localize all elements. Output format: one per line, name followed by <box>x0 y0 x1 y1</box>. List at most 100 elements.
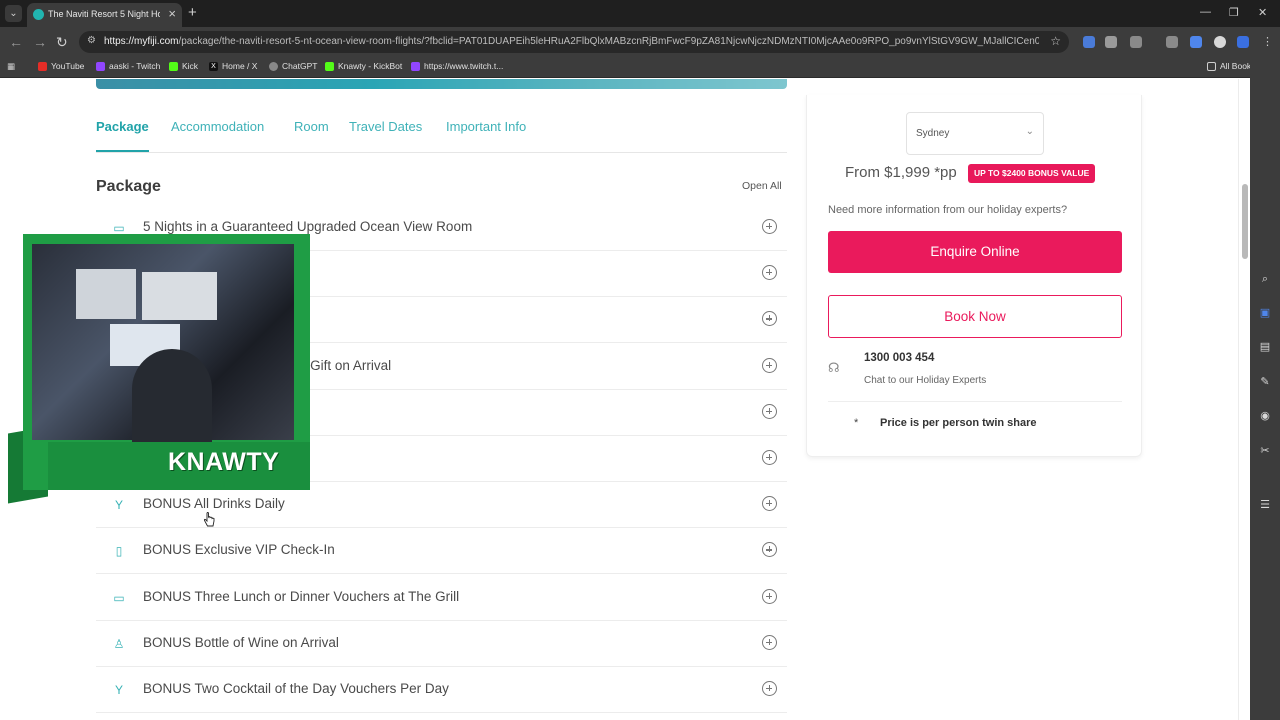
bookmark-kickbot[interactable]: Knawty - KickBot <box>325 61 402 71</box>
sidebar-toggle-icon[interactable] <box>1190 36 1202 48</box>
site-favicon-icon <box>33 9 44 20</box>
url-text: https://myfiji.com/package/the-naviti-re… <box>104 36 1039 47</box>
url-field[interactable]: ⚙ https://myfiji.com/package/the-naviti-… <box>79 31 1069 53</box>
tab-search-button[interactable]: ⌄ <box>5 5 22 22</box>
expand-plus-icon[interactable] <box>762 357 777 373</box>
minimize-icon[interactable]: — <box>1200 6 1211 18</box>
browser-menu-icon[interactable]: ⋮ <box>1262 36 1274 48</box>
divider <box>828 401 1122 402</box>
tab-close-icon[interactable]: × <box>168 6 176 21</box>
departure-city-select[interactable]: Sydney ⌄ <box>906 112 1044 155</box>
back-icon[interactable]: ← <box>9 34 23 50</box>
package-item-label: BONUS Three Lunch or Dinner Vouchers at … <box>143 588 460 604</box>
package-item-label: BONUS Two Cocktail of the Day Vouchers P… <box>143 681 449 696</box>
expand-plus-icon[interactable] <box>762 450 777 465</box>
save-icon[interactable]: ▤ <box>1258 340 1272 354</box>
reload-icon[interactable]: ↻ <box>56 34 68 51</box>
price-note: Price is per person twin share <box>880 417 1037 429</box>
vip-icon: ▯ <box>115 544 123 559</box>
maximize-icon[interactable]: ❐ <box>1229 6 1239 19</box>
expand-plus-icon[interactable] <box>762 403 777 419</box>
expand-plus-icon[interactable] <box>762 588 777 604</box>
package-item-row[interactable]: Y BONUS Two Cocktail of the Day Vouchers … <box>96 667 787 713</box>
close-window-icon[interactable]: ✕ <box>1258 6 1267 19</box>
webcam-feed <box>32 244 294 449</box>
package-item-label: BONUS Bottle of Wine on Arrival <box>143 634 339 650</box>
info-question: Need more information from our holiday e… <box>828 204 1068 216</box>
package-item-label: BONUS Exclusive VIP Check-In <box>143 542 335 558</box>
chevron-down-icon: ⌄ <box>1025 126 1034 137</box>
webcam-monitor <box>142 272 217 320</box>
settings-sliders-icon[interactable]: ☰ <box>1258 498 1272 512</box>
bookmark-twitch-aaski[interactable]: aaski - Twitch <box>96 61 160 71</box>
site-info-icon[interactable]: ⚙ <box>87 35 96 46</box>
webcam-overlay: KNAWTY <box>8 234 310 504</box>
headset-icon: ☊ <box>828 360 840 375</box>
package-item-row[interactable]: ♙ BONUS Bottle of Wine on Arrival <box>96 621 787 667</box>
price-from: From $1,999 *pp <box>845 164 957 181</box>
book-now-button[interactable]: Book Now <box>828 295 1122 338</box>
hand-cursor-icon <box>203 512 215 527</box>
profile-avatar-icon[interactable] <box>1214 36 1226 48</box>
bonus-value-badge: UP TO $2400 BONUS VALUE <box>968 164 1096 183</box>
bookmarks-bar: ▦ YouTube aaski - Twitch Kick X Home / X … <box>0 57 1280 78</box>
search-icon[interactable]: ⌕ <box>1258 272 1272 286</box>
gamepad-icon[interactable]: ◉ <box>1258 409 1272 423</box>
asterisk: * <box>854 417 859 429</box>
bookmark-kick[interactable]: Kick <box>169 61 198 71</box>
scrollbar-thumb[interactable] <box>1242 184 1248 259</box>
address-bar-row: ← → ↻ ⚙ https://myfiji.com/package/the-n… <box>0 27 1280 57</box>
browser-tab-bar: ⌄ The Naviti Resort 5 Night Holid × + — … <box>0 0 1280 27</box>
bookmark-chatgpt[interactable]: ChatGPT <box>269 61 317 71</box>
expand-plus-icon[interactable] <box>762 219 777 234</box>
streamer-name: KNAWTY <box>168 448 280 476</box>
extension-icon[interactable] <box>1083 36 1095 48</box>
hero-image <box>96 79 787 89</box>
chat-icon[interactable]: ▣ <box>1258 306 1272 320</box>
bookmark-x-home[interactable]: X Home / X <box>209 61 257 71</box>
tools-icon[interactable]: ✂ <box>1258 444 1272 458</box>
extension-icon[interactable] <box>1105 36 1117 48</box>
tab-title: The Naviti Resort 5 Night Holid <box>48 9 160 19</box>
expand-plus-icon[interactable] <box>762 542 777 558</box>
package-item-row[interactable]: ▭ BONUS Three Lunch or Dinner Vouchers at… <box>96 575 787 621</box>
package-item-label: 5 Nights in a Guaranteed Upgraded Ocean … <box>143 219 473 234</box>
expand-plus-icon[interactable] <box>762 311 777 327</box>
bookmark-star-icon[interactable]: ☆ <box>1050 34 1061 48</box>
enquire-online-button[interactable]: Enquire Online <box>828 231 1122 273</box>
tab-room[interactable]: Room <box>294 119 329 150</box>
extension-icon[interactable] <box>1237 36 1249 48</box>
webcam-monitor <box>76 269 136 319</box>
package-nav-tabs: Package Accommodation Room Travel Dates … <box>96 119 787 153</box>
apps-grid-icon[interactable]: ▦ <box>7 61 15 72</box>
bookmark-twitch-url[interactable]: https://www.twitch.t... <box>411 61 503 71</box>
edit-icon[interactable]: ✎ <box>1258 375 1272 389</box>
bookmark-youtube[interactable]: YouTube <box>38 61 84 71</box>
package-heading: Package <box>96 178 161 195</box>
tab-package[interactable]: Package <box>96 119 149 152</box>
expand-plus-icon[interactable] <box>762 496 777 512</box>
forward-icon[interactable]: → <box>33 34 47 50</box>
expand-plus-icon[interactable] <box>762 681 777 696</box>
wine-icon: ♙ <box>113 636 125 651</box>
extensions-puzzle-icon[interactable] <box>1130 36 1142 48</box>
phone-number[interactable]: 1300 003 454 <box>864 352 934 364</box>
expand-plus-icon[interactable] <box>762 634 777 650</box>
voucher-icon: ▭ <box>113 590 125 605</box>
tab-important-info[interactable]: Important Info <box>446 119 526 150</box>
package-item-row[interactable]: ▯ BONUS Exclusive VIP Check-In <box>96 528 787 575</box>
browser-tab-active[interactable]: The Naviti Resort 5 Night Holid × <box>27 3 182 27</box>
tab-travel-dates[interactable]: Travel Dates <box>349 119 422 150</box>
departure-city-value: Sydney <box>916 128 950 139</box>
open-all-link[interactable]: Open All <box>742 180 782 192</box>
page-scrollbar[interactable] <box>1238 79 1250 720</box>
expand-plus-icon[interactable] <box>762 265 777 281</box>
browser-side-panel: ⌕ ▣ ▤ ✎ ◉ ✂ ☰ <box>1250 57 1280 720</box>
cocktail-icon: Y <box>114 683 123 697</box>
tab-accommodation[interactable]: Accommodation <box>171 119 264 150</box>
chat-experts-link[interactable]: Chat to our Holiday Experts <box>864 375 986 386</box>
webcam-person <box>132 349 212 449</box>
booking-sidebar: Sydney ⌄ From $1,999 *pp UP TO $2400 BON… <box>806 95 1142 457</box>
media-icon[interactable] <box>1166 36 1178 48</box>
new-tab-icon[interactable]: + <box>188 4 197 21</box>
